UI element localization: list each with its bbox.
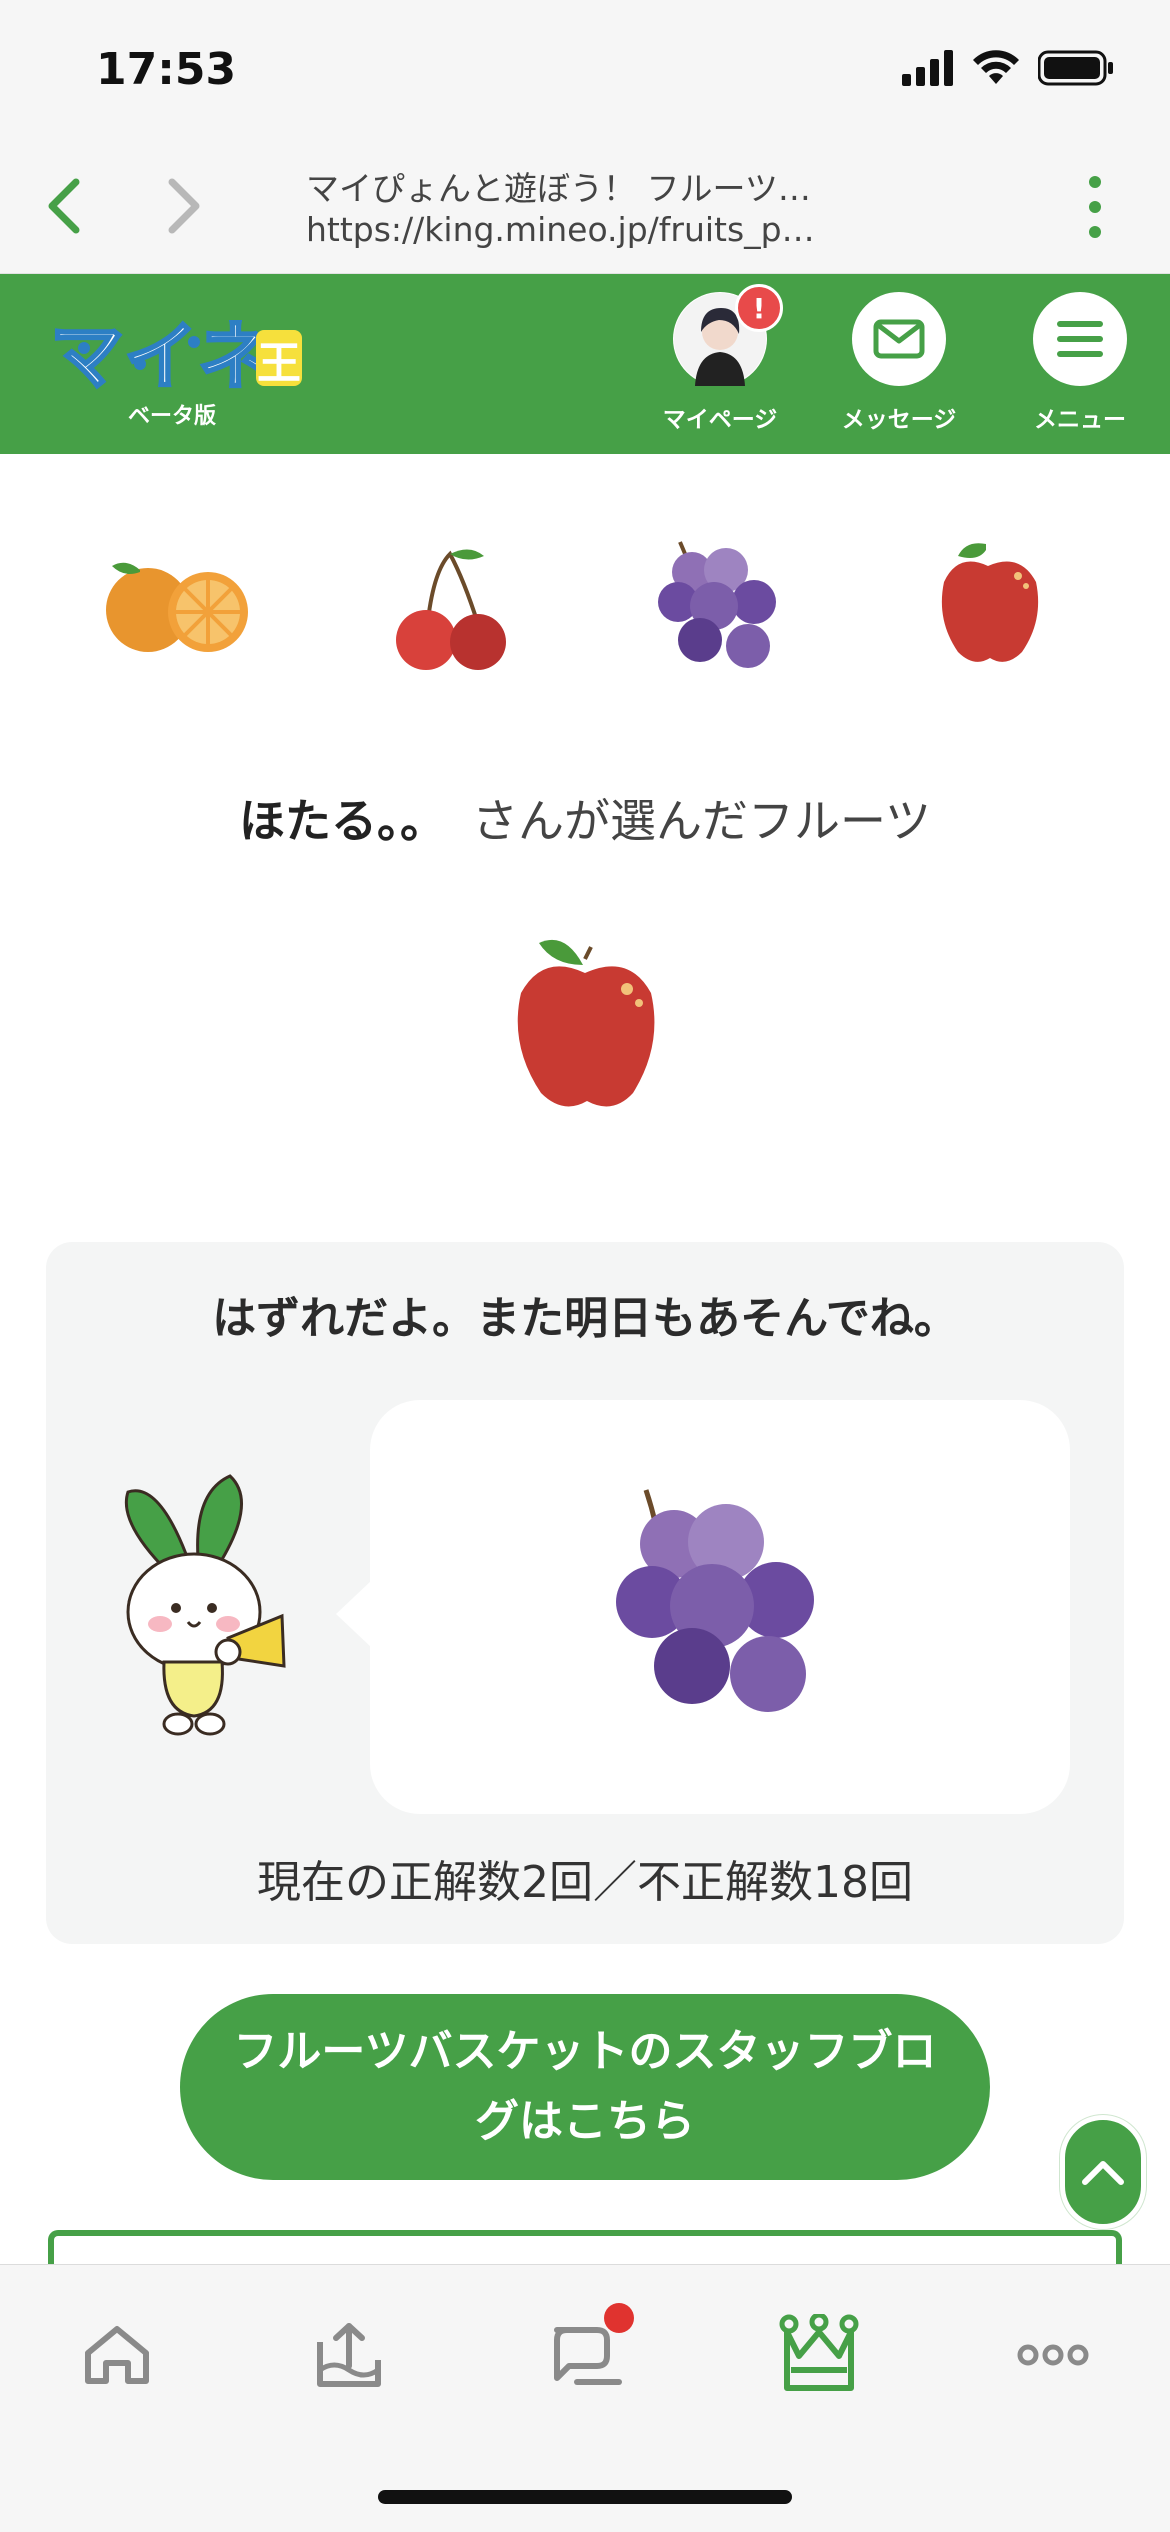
status-icons bbox=[902, 50, 1114, 86]
chosen-fruit-text: ほたる。。 さんが選んだフルーツ bbox=[0, 785, 1170, 851]
site-header: マイネ 王 ベータ版 ! マイページ メッセージ メニュー bbox=[0, 274, 1170, 454]
mascot-icon bbox=[124, 1474, 286, 1736]
notification-badge: ! bbox=[735, 284, 783, 332]
chat-icon bbox=[554, 2327, 622, 2385]
menu-circle bbox=[1033, 292, 1127, 386]
status-time: 17:53 bbox=[96, 44, 237, 95]
fruit-options bbox=[0, 540, 1170, 690]
staff-blog-button[interactable]: フルーツバスケットのスタッフブログはこちら bbox=[180, 1994, 990, 2180]
upload-icon bbox=[317, 2323, 381, 2387]
status-bar: 17:53 bbox=[0, 0, 1170, 140]
grape-icon[interactable] bbox=[656, 536, 786, 676]
mail-icon bbox=[873, 319, 925, 359]
tab-more[interactable] bbox=[998, 2305, 1108, 2405]
menu-label: メニュー bbox=[1034, 407, 1126, 433]
cherry-icon[interactable] bbox=[390, 540, 510, 672]
result-message: はずれだよ。また明日もあそんでね。 bbox=[212, 1293, 958, 1344]
svg-text:王: 王 bbox=[257, 338, 301, 389]
chosen-suffix: さんが選んだフルーツ bbox=[471, 794, 932, 848]
hamburger-icon bbox=[1057, 321, 1103, 357]
browser-bar: マイぴょんと遊ぼう！ フルーツ… https://king.mineo.jp/f… bbox=[0, 140, 1170, 274]
wifi-icon bbox=[973, 50, 1019, 84]
avatar: ! bbox=[673, 284, 783, 386]
home-indicator[interactable] bbox=[378, 2490, 792, 2504]
mascot-grape-icon bbox=[616, 1489, 814, 1712]
tab-chat[interactable] bbox=[530, 2303, 640, 2405]
svg-text:マイネ: マイネ bbox=[50, 314, 272, 400]
scroll-top-button[interactable] bbox=[1060, 2115, 1146, 2229]
chat-notification-dot bbox=[604, 2303, 634, 2333]
score-text: 現在の正解数2回／不正解数18回 bbox=[257, 1857, 913, 1908]
result-panel: はずれだよ。また明日もあそんでね。 現在の正解数2回／不正解数18回 bbox=[46, 1242, 1124, 1944]
home-icon bbox=[85, 2326, 149, 2384]
user-name[interactable]: ほたる。。 bbox=[239, 794, 446, 848]
battery-icon bbox=[1038, 50, 1113, 86]
url-address[interactable]: https://king.mineo.jp/fruits_p… bbox=[306, 210, 906, 249]
message-circle bbox=[852, 292, 946, 386]
tab-upload[interactable] bbox=[294, 2305, 404, 2405]
chevron-up-icon bbox=[1082, 2161, 1124, 2185]
mypage-button[interactable]: ! マイページ bbox=[655, 284, 785, 442]
logo-sub: ベータ版 bbox=[128, 404, 217, 429]
menu-button[interactable]: メニュー bbox=[1015, 292, 1145, 442]
tab-crown[interactable] bbox=[764, 2305, 874, 2405]
message-button[interactable]: メッセージ bbox=[834, 292, 964, 442]
bubble-tail bbox=[336, 1580, 372, 1648]
orange-icon[interactable] bbox=[100, 548, 252, 660]
more-icon bbox=[1017, 2344, 1089, 2366]
back-icon[interactable] bbox=[42, 176, 86, 236]
mypage-label: マイページ bbox=[662, 407, 778, 433]
signal-icon bbox=[902, 50, 953, 86]
chosen-apple-icon bbox=[517, 939, 655, 1107]
forward-icon[interactable] bbox=[162, 176, 206, 236]
crown-icon bbox=[779, 2314, 859, 2391]
kebab-menu-icon[interactable] bbox=[1080, 174, 1110, 240]
page-title[interactable]: マイぴょんと遊ぼう！ フルーツ… bbox=[306, 162, 906, 210]
speech-bubble bbox=[370, 1400, 1070, 1814]
message-label: メッセージ bbox=[841, 407, 957, 433]
apple-icon[interactable] bbox=[936, 540, 1042, 668]
tab-home[interactable] bbox=[62, 2305, 172, 2405]
